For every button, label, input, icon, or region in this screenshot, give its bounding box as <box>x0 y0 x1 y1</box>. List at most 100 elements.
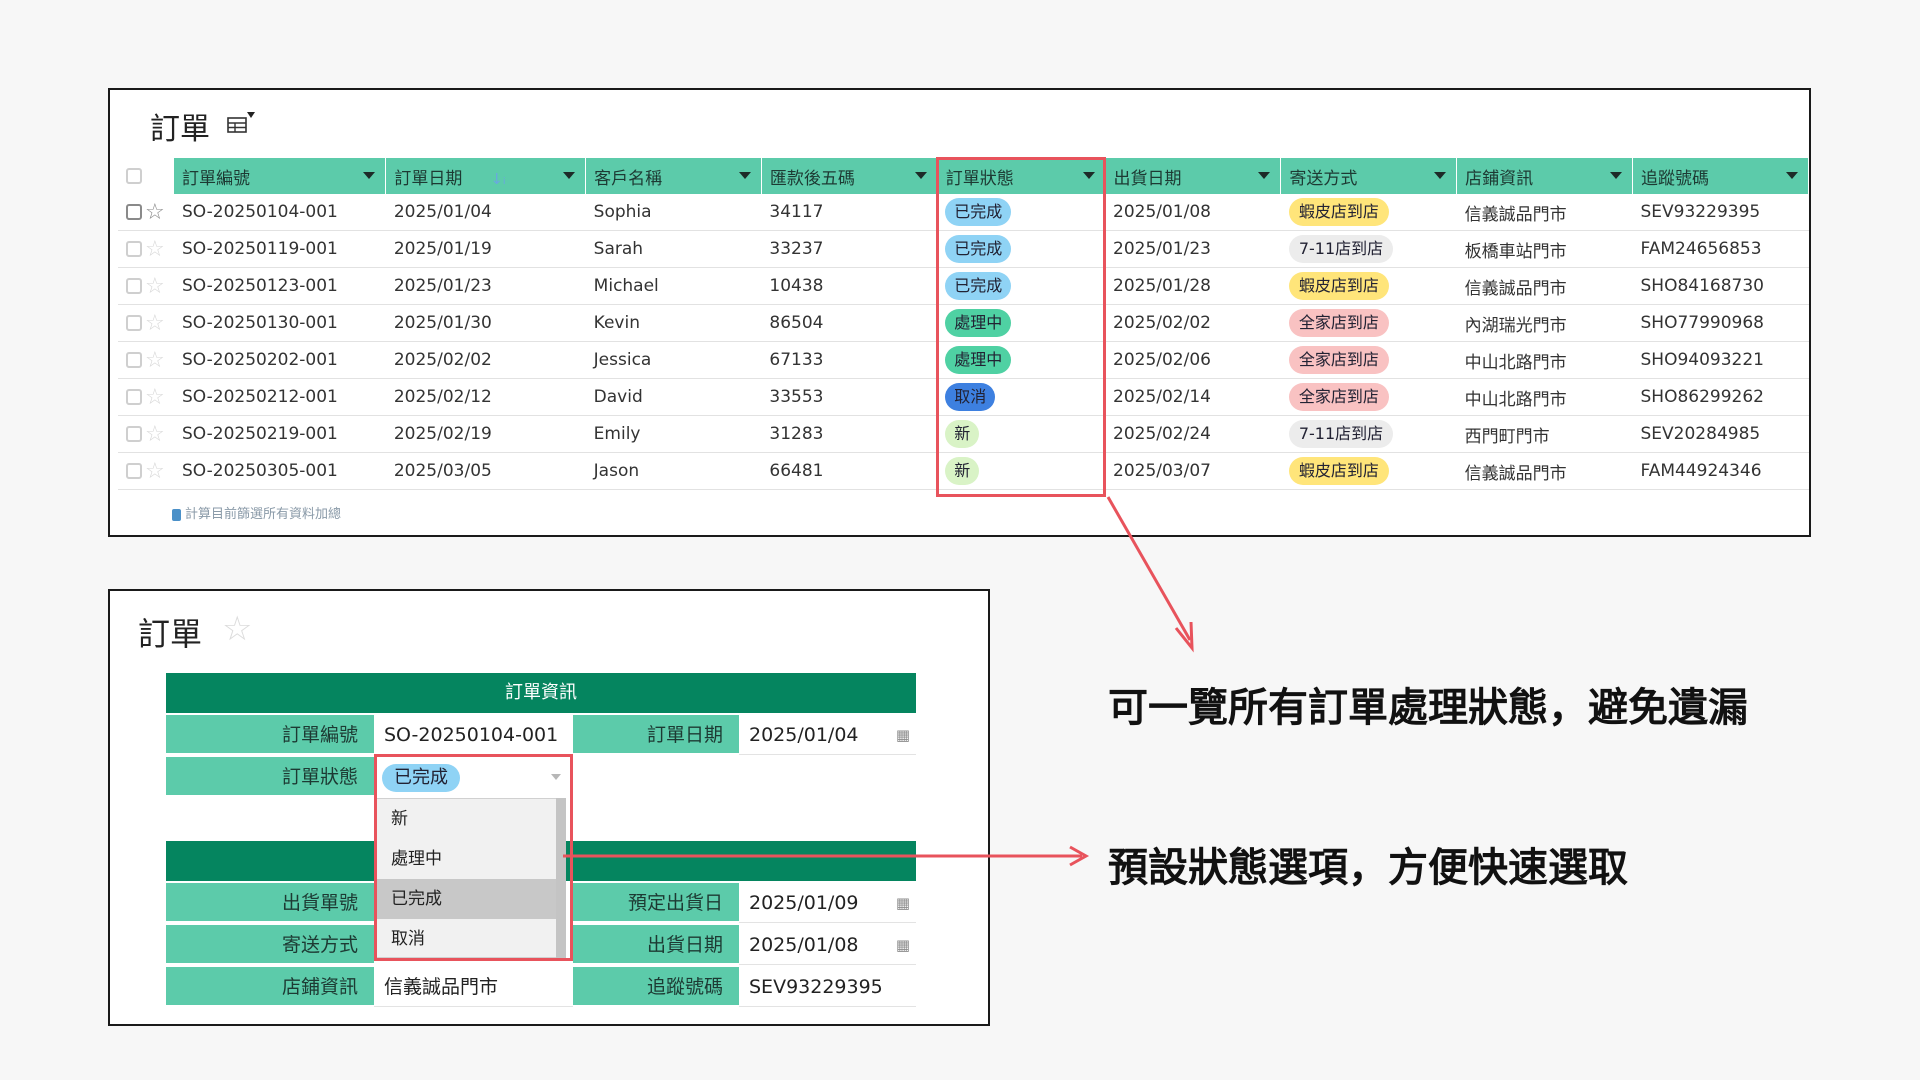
ship-date-cell[interactable]: 2025/01/08 <box>1105 194 1281 231</box>
status-cell[interactable]: 新 <box>937 452 1105 490</box>
store-cell[interactable]: 內湖瑞光門市 <box>1456 304 1633 342</box>
status-option-cancelled[interactable]: 取消 <box>377 919 561 959</box>
caret-down-icon[interactable] <box>1610 172 1623 179</box>
status-cell[interactable]: 處理中 <box>937 341 1105 379</box>
status-cell[interactable]: 取消 <box>937 378 1105 416</box>
store-cell[interactable]: 信義誠品門市 <box>1456 194 1633 231</box>
star-icon[interactable]: ☆ <box>145 385 165 410</box>
tracking-cell[interactable]: SHO94093221 <box>1632 341 1809 379</box>
status-option-completed[interactable]: 已完成 <box>377 879 561 919</box>
order-date-cell[interactable]: 2025/03/05 <box>385 452 586 490</box>
caret-down-icon[interactable] <box>551 774 561 780</box>
ship-date-cell[interactable]: 2025/01/28 <box>1105 267 1281 305</box>
tracking-cell[interactable]: FAM44924346 <box>1632 452 1809 490</box>
remit-code-cell[interactable]: 33237 <box>761 230 938 268</box>
order-date-cell[interactable]: 2025/01/04 <box>385 194 586 231</box>
column-header-tracking[interactable]: 追蹤號碼 <box>1632 158 1809 194</box>
shipping-method-cell[interactable]: 7-11店到店 <box>1280 230 1457 268</box>
order-no-cell[interactable]: SO-20250212-001 <box>173 378 386 416</box>
shipping-method-cell[interactable]: 蝦皮店到店 <box>1280 194 1457 231</box>
remit-code-cell[interactable]: 31283 <box>761 415 938 453</box>
star-icon[interactable]: ☆ <box>145 422 165 447</box>
table-view-icon[interactable] <box>226 110 258 136</box>
shipping-method-cell[interactable]: 全家店到店 <box>1280 304 1457 342</box>
remit-code-cell[interactable]: 10438 <box>761 267 938 305</box>
store-cell[interactable]: 信義誠品門市 <box>1456 267 1633 305</box>
row-checkbox[interactable] <box>126 352 142 368</box>
row-checkbox[interactable] <box>126 463 142 479</box>
order-date-field[interactable]: 2025/01/04 ▦ <box>739 715 916 755</box>
status-cell[interactable]: 已完成 <box>937 230 1105 268</box>
tracking-value[interactable]: SEV93229395 <box>739 967 916 1007</box>
table-row[interactable]: ☆ SO-20250130-001 2025/01/30 Kevin 86504 處理中 2… <box>118 304 1809 342</box>
tracking-cell[interactable]: SHO84168730 <box>1632 267 1809 305</box>
row-checkbox[interactable] <box>126 426 142 442</box>
calendar-icon[interactable]: ▦ <box>896 715 910 755</box>
shipping-method-cell[interactable]: 7-11店到店 <box>1280 415 1457 453</box>
order-no-cell[interactable]: SO-20250219-001 <box>173 415 386 453</box>
status-option-processing[interactable]: 處理中 <box>377 839 561 879</box>
remit-code-cell[interactable]: 67133 <box>761 341 938 379</box>
ship-date-field[interactable]: 2025/01/08 ▦ <box>739 925 916 965</box>
customer-cell[interactable]: Kevin <box>585 304 762 342</box>
order-date-cell[interactable]: 2025/02/02 <box>385 341 586 379</box>
caret-down-icon[interactable] <box>914 172 927 179</box>
table-row[interactable]: ☆ SO-20250202-001 2025/02/02 Jessica 67133 處理… <box>118 341 1809 379</box>
table-row[interactable]: ☆ SO-20250212-001 2025/02/12 David 33553 取消 20… <box>118 378 1809 416</box>
star-icon[interactable]: ☆ <box>145 459 165 484</box>
row-checkbox[interactable] <box>126 241 142 257</box>
shipping-method-cell[interactable]: 蝦皮店到店 <box>1280 267 1457 305</box>
customer-cell[interactable]: Sophia <box>585 194 762 231</box>
ship-date-cell[interactable]: 2025/01/23 <box>1105 230 1281 268</box>
store-value[interactable]: 信義誠品門市 <box>374 967 573 1007</box>
order-date-cell[interactable]: 2025/02/12 <box>385 378 586 416</box>
shipping-method-cell[interactable]: 蝦皮店到店 <box>1280 452 1457 490</box>
tracking-cell[interactable]: SEV93229395 <box>1632 194 1809 231</box>
column-header-remit-code[interactable]: 匯款後五碼 <box>761 158 938 194</box>
caret-down-icon[interactable] <box>1082 172 1095 179</box>
order-date-cell[interactable]: 2025/01/23 <box>385 267 586 305</box>
star-icon[interactable]: ☆ <box>145 348 165 373</box>
remit-code-cell[interactable]: 66481 <box>761 452 938 490</box>
calendar-icon[interactable]: ▦ <box>896 925 910 965</box>
star-icon[interactable]: ☆ <box>145 311 165 336</box>
order-no-cell[interactable]: SO-20250119-001 <box>173 230 386 268</box>
table-row[interactable]: ☆ SO-20250119-001 2025/01/19 Sarah 33237 已完成 2… <box>118 230 1809 268</box>
ship-date-cell[interactable]: 2025/02/02 <box>1105 304 1281 342</box>
ship-date-cell[interactable]: 2025/02/14 <box>1105 378 1281 416</box>
caret-down-icon[interactable] <box>1434 172 1447 179</box>
tracking-cell[interactable]: SEV20284985 <box>1632 415 1809 453</box>
column-header-store[interactable]: 店鋪資訊 <box>1456 158 1634 194</box>
customer-cell[interactable]: Jason <box>585 452 762 490</box>
order-status-select[interactable]: 已完成 <box>374 758 573 798</box>
caret-down-icon[interactable] <box>363 172 376 179</box>
ship-date-cell[interactable]: 2025/02/06 <box>1105 341 1281 379</box>
ship-date-cell[interactable]: 2025/03/07 <box>1105 452 1281 490</box>
order-no-cell[interactable]: SO-20250123-001 <box>173 267 386 305</box>
remit-code-cell[interactable]: 33553 <box>761 378 938 416</box>
store-cell[interactable]: 信義誠品門市 <box>1456 452 1633 490</box>
dropdown-scrollbar[interactable] <box>556 798 566 958</box>
status-option-new[interactable]: 新 <box>377 799 561 839</box>
order-no-cell[interactable]: SO-20250104-001 <box>173 194 386 231</box>
row-checkbox[interactable] <box>126 204 142 220</box>
table-row[interactable]: ☆ SO-20250219-001 2025/02/19 Emily 31283 新 202… <box>118 415 1809 453</box>
table-row[interactable]: ☆ SO-20250305-001 2025/03/05 Jason 66481 新 202… <box>118 452 1809 490</box>
order-no-cell[interactable]: SO-20250130-001 <box>173 304 386 342</box>
ship-date-cell[interactable]: 2025/02/24 <box>1105 415 1281 453</box>
status-cell[interactable]: 已完成 <box>937 194 1105 231</box>
column-header-customer[interactable]: 客戶名稱 <box>585 158 762 194</box>
star-icon[interactable]: ☆ <box>145 274 165 299</box>
tracking-cell[interactable]: FAM24656853 <box>1632 230 1809 268</box>
table-row[interactable]: ☆ SO-20250123-001 2025/01/23 Michael 10438 已完… <box>118 267 1809 305</box>
order-no-cell[interactable]: SO-20250305-001 <box>173 452 386 490</box>
order-no-value[interactable]: SO-20250104-001 <box>374 715 573 755</box>
select-all-checkbox[interactable] <box>126 168 142 184</box>
remit-code-cell[interactable]: 86504 <box>761 304 938 342</box>
store-cell[interactable]: 板橋車站門市 <box>1456 230 1633 268</box>
row-checkbox[interactable] <box>126 278 142 294</box>
status-cell[interactable]: 已完成 <box>937 267 1105 305</box>
star-icon[interactable]: ☆ <box>145 237 165 262</box>
status-cell[interactable]: 新 <box>937 415 1105 453</box>
order-date-cell[interactable]: 2025/01/19 <box>385 230 586 268</box>
